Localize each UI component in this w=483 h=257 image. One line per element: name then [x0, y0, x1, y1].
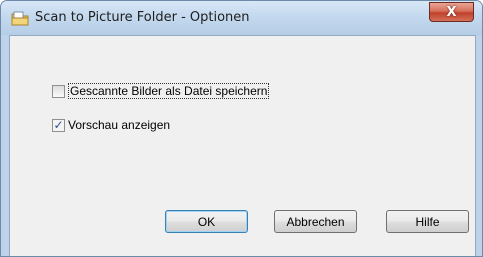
- save-as-file-checkbox[interactable]: [52, 84, 65, 98]
- close-button[interactable]: X: [429, 2, 474, 22]
- save-as-file-label[interactable]: Gescannte Bilder als Datei speichern: [68, 83, 270, 99]
- scanner-app-icon: [11, 10, 29, 26]
- close-icon: X: [446, 4, 457, 20]
- title-bar[interactable]: Scan to Picture Folder - Optionen X: [1, 1, 482, 35]
- show-preview-label[interactable]: Vorschau anzeigen: [68, 118, 170, 132]
- save-as-file-option[interactable]: Gescannte Bilder als Datei speichern: [52, 83, 270, 99]
- help-button[interactable]: Hilfe: [386, 210, 469, 233]
- checkmark-icon: ✓: [53, 118, 64, 132]
- dialog-body: Gescannte Bilder als Datei speichern ✓ V…: [9, 35, 476, 256]
- window-title: Scan to Picture Folder - Optionen: [35, 10, 250, 25]
- show-preview-checkbox[interactable]: ✓: [52, 118, 65, 132]
- dialog-window: Scan to Picture Folder - Optionen X Gesc…: [0, 0, 483, 257]
- show-preview-option[interactable]: ✓ Vorschau anzeigen: [52, 118, 170, 132]
- ok-button[interactable]: OK: [165, 210, 248, 233]
- cancel-button[interactable]: Abbrechen: [274, 210, 357, 233]
